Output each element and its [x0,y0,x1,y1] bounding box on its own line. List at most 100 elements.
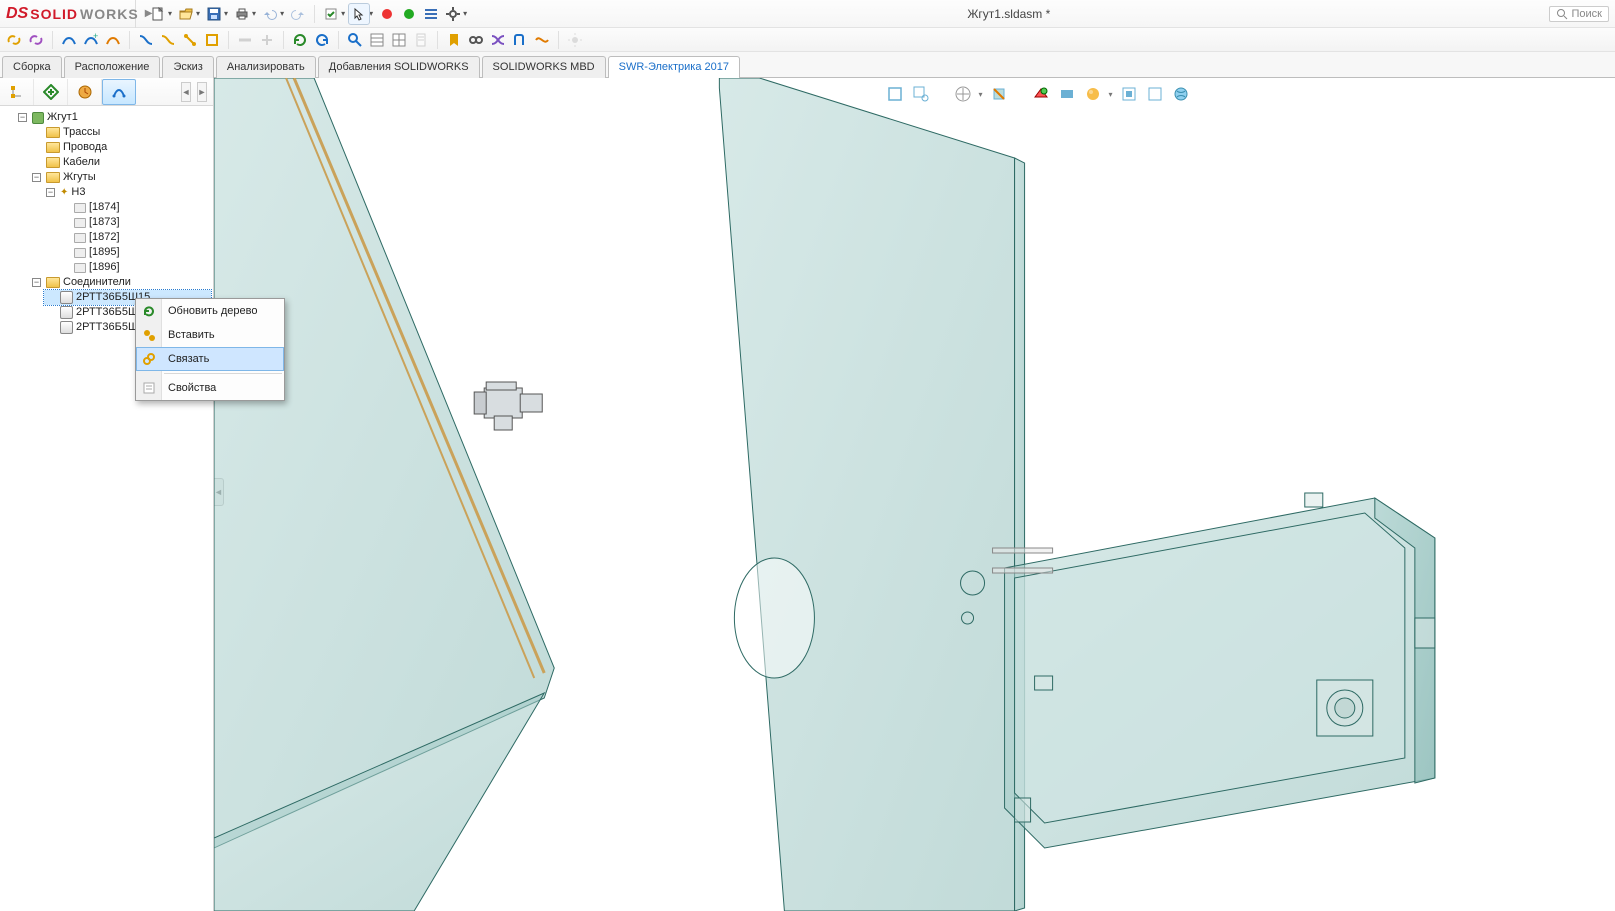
tab-sketch[interactable]: Эскиз [162,56,213,78]
tb-wire2-blue-icon[interactable] [136,30,156,50]
pin-icon [74,203,86,213]
dropdown-icon[interactable]: ▾ [196,9,200,18]
tab-addins[interactable]: Добавления SOLIDWORKS [318,56,480,78]
tb-chain-icon[interactable] [466,30,486,50]
tb-table2-icon[interactable] [389,30,409,50]
tab-evaluate[interactable]: Анализировать [216,56,316,78]
tree-pin[interactable]: [1896] [58,260,211,275]
tree-pin[interactable]: [1874] [58,200,211,215]
tb-wire-blue-icon[interactable] [59,30,79,50]
tree-pin[interactable]: [1895] [58,245,211,260]
tb-cable-cross-icon[interactable] [488,30,508,50]
ctx-properties[interactable]: Свойства [136,376,284,400]
fm-tab-property-icon[interactable] [34,79,68,105]
tb-wire2-yellow-icon[interactable] [158,30,178,50]
redo-icon[interactable] [288,4,308,24]
app-logo: DS SOLIDWORKS ▶ [0,0,136,28]
tb-connect-icon[interactable] [180,30,200,50]
graphics-viewport[interactable]: ◄ ▾ ▾ [214,78,1615,911]
tree-pin[interactable]: [1873] [58,215,211,230]
tab-mbd[interactable]: SOLIDWORKS MBD [482,56,606,78]
options-list-icon[interactable] [421,4,441,24]
tree-root-label: Жгут1 [47,110,78,125]
rebuild-icon[interactable] [321,4,341,24]
context-menu: Обновить дерево Вставить Связать Свойств… [135,298,285,401]
fm-tab-electric-icon[interactable] [102,79,136,105]
tree-pin[interactable]: [1872] [58,230,211,245]
dropdown-icon[interactable]: ▾ [252,9,256,18]
tb-harness1-icon[interactable] [235,30,255,50]
tb-bookmark-icon[interactable] [444,30,464,50]
tb-link-purple-icon[interactable] [26,30,46,50]
insert-icon [141,327,157,343]
dropdown-icon[interactable]: ▾ [224,9,228,18]
undo-icon[interactable] [260,4,280,24]
link-icon [141,351,157,367]
electrical-tree[interactable]: −Жгут1 Трассы Провода Кабели −Жгуты −✦Н3… [0,106,213,911]
dropdown-icon[interactable]: ▾ [280,9,284,18]
fm-tab-config-icon[interactable] [68,79,102,105]
dropdown-icon[interactable]: ▾ [168,9,172,18]
tb-sun-icon[interactable] [565,30,585,50]
tb-search-blue-icon[interactable] [345,30,365,50]
fm-tab-tree-icon[interactable] [0,79,34,105]
ctx-refresh-tree[interactable]: Обновить дерево [136,299,284,323]
electrical-toolbar: + [0,28,1615,52]
command-manager-tabs: Сборка Расположение Эскиз Анализировать … [0,52,1615,78]
select-icon[interactable] [349,4,369,24]
dropdown-icon[interactable]: ▾ [341,9,345,18]
save-icon[interactable] [204,4,224,24]
tb-link-yellow-icon[interactable] [4,30,24,50]
refresh-tree-icon [141,303,157,319]
tb-wire-add-icon[interactable]: + [81,30,101,50]
ctx-link[interactable]: Связать [136,347,284,371]
tb-table-icon[interactable] [367,30,387,50]
logo-text-1: SOLID [30,6,78,22]
ctx-separator [164,373,282,374]
tree-connectors[interactable]: −Соединители [30,275,211,290]
tree-cables[interactable]: Кабели [30,155,211,170]
tb-refresh-blue-icon[interactable] [312,30,332,50]
fm-tabs-scroll-right-icon[interactable]: ► [197,82,207,102]
tb-refresh-green-icon[interactable] [290,30,310,50]
tree-root[interactable]: −Жгут1 [16,110,211,125]
fm-tabs-scroll-left-icon[interactable]: ◄ [181,82,191,102]
properties-icon [141,380,157,396]
open-document-icon[interactable] [176,4,196,24]
tb-harness2-icon[interactable] [257,30,277,50]
logo-ds-icon: DS [6,5,28,23]
dropdown-icon[interactable]: ▾ [369,9,373,18]
quick-access-toolbar: ▾ ▾ ▾ ▾ ▾ ▾ ▾ ▾ [148,4,469,24]
tab-assembly[interactable]: Сборка [2,56,62,78]
connector-icon [60,291,73,304]
feature-manager-panel: ◄ ► −Жгут1 Трассы Провода Кабели −Жгуты … [0,78,214,911]
feature-manager-tabs: ◄ ► [0,78,213,106]
tab-layout[interactable]: Расположение [64,56,161,78]
dropdown-icon[interactable]: ▾ [463,9,467,18]
logo-text-2: WORKS [80,6,139,22]
traffic-green-icon[interactable] [399,4,419,24]
search-icon [1556,8,1568,20]
separator [314,5,315,23]
search-box[interactable]: Поиск [1549,6,1609,22]
tb-route-icon[interactable] [510,30,530,50]
tree-harnesses[interactable]: −Жгуты [30,170,211,185]
tab-swr-electric[interactable]: SWR-Электрика 2017 [608,56,740,78]
traffic-red-icon[interactable] [377,4,397,24]
svg-text:+: + [93,32,98,41]
print-icon[interactable] [232,4,252,24]
model-scene [214,78,1615,911]
tb-route-orange-icon[interactable] [532,30,552,50]
document-title: Жгут1.sldasm * [469,7,1548,21]
tree-harness-h3[interactable]: −✦Н3 [44,185,211,200]
tb-wire-orange-icon[interactable] [103,30,123,50]
search-placeholder: Поиск [1572,8,1602,20]
tree-traces[interactable]: Трассы [30,125,211,140]
new-document-icon[interactable] [148,4,168,24]
harness-icon: ✦ [60,185,68,200]
ctx-insert[interactable]: Вставить [136,323,284,347]
tb-clipboard-icon[interactable] [411,30,431,50]
tb-box-icon[interactable] [202,30,222,50]
settings-gear-icon[interactable] [443,4,463,24]
tree-wires[interactable]: Провода [30,140,211,155]
